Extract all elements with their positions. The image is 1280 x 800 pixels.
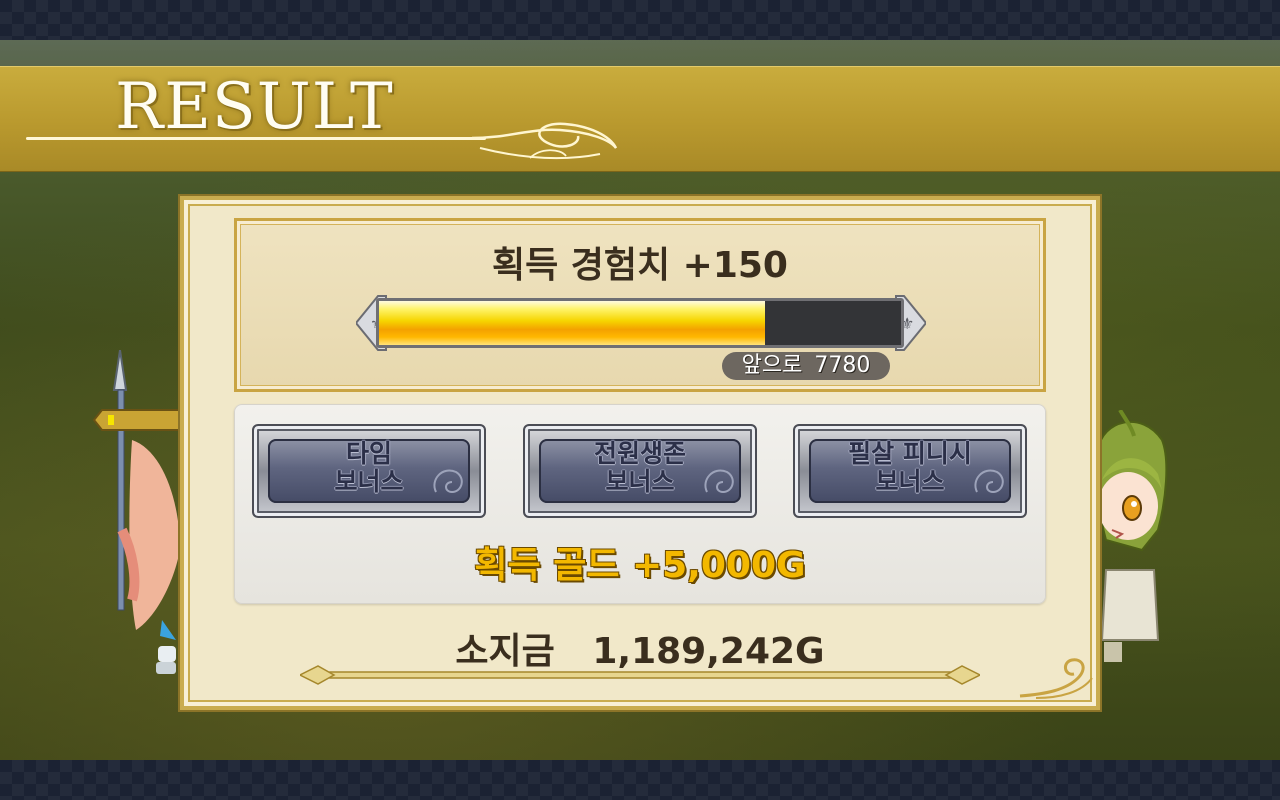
corner-ornament-icon xyxy=(1019,658,1093,699)
exp-remaining-value: 7780 xyxy=(814,353,871,378)
exp-remaining-label: 앞으로 xyxy=(741,353,803,378)
left-character-sprite xyxy=(92,350,181,674)
result-underline xyxy=(26,137,486,140)
bonus-label: 필살 피니시 보너스 xyxy=(848,439,972,496)
exp-remaining-badge: 앞으로 7780 xyxy=(722,352,890,380)
experience-gained-label: 획득 경험치 +150 xyxy=(492,245,788,286)
bonus-label: 타임 보너스 xyxy=(334,439,404,496)
all-survive-bonus-button[interactable]: 전원생존 보너스 xyxy=(523,424,757,518)
right-character-sprite xyxy=(1095,410,1168,662)
gold-earned-label: 획득 골드 +5,000G xyxy=(474,545,806,586)
special-finish-bonus-button[interactable]: 필살 피니시 보너스 xyxy=(793,424,1027,518)
result-title: RESULT xyxy=(115,70,394,144)
experience-progress-fill xyxy=(379,301,766,345)
bottom-letterbox xyxy=(0,760,1280,800)
swirl-ornament-icon xyxy=(471,122,618,160)
ornamental-divider xyxy=(300,665,980,685)
bonus-label: 전원생존 보너스 xyxy=(593,439,686,496)
time-bonus-button[interactable]: 타임 보너스 xyxy=(252,424,486,518)
top-letterbox xyxy=(0,0,1280,40)
experience-progress-bar xyxy=(376,298,904,348)
